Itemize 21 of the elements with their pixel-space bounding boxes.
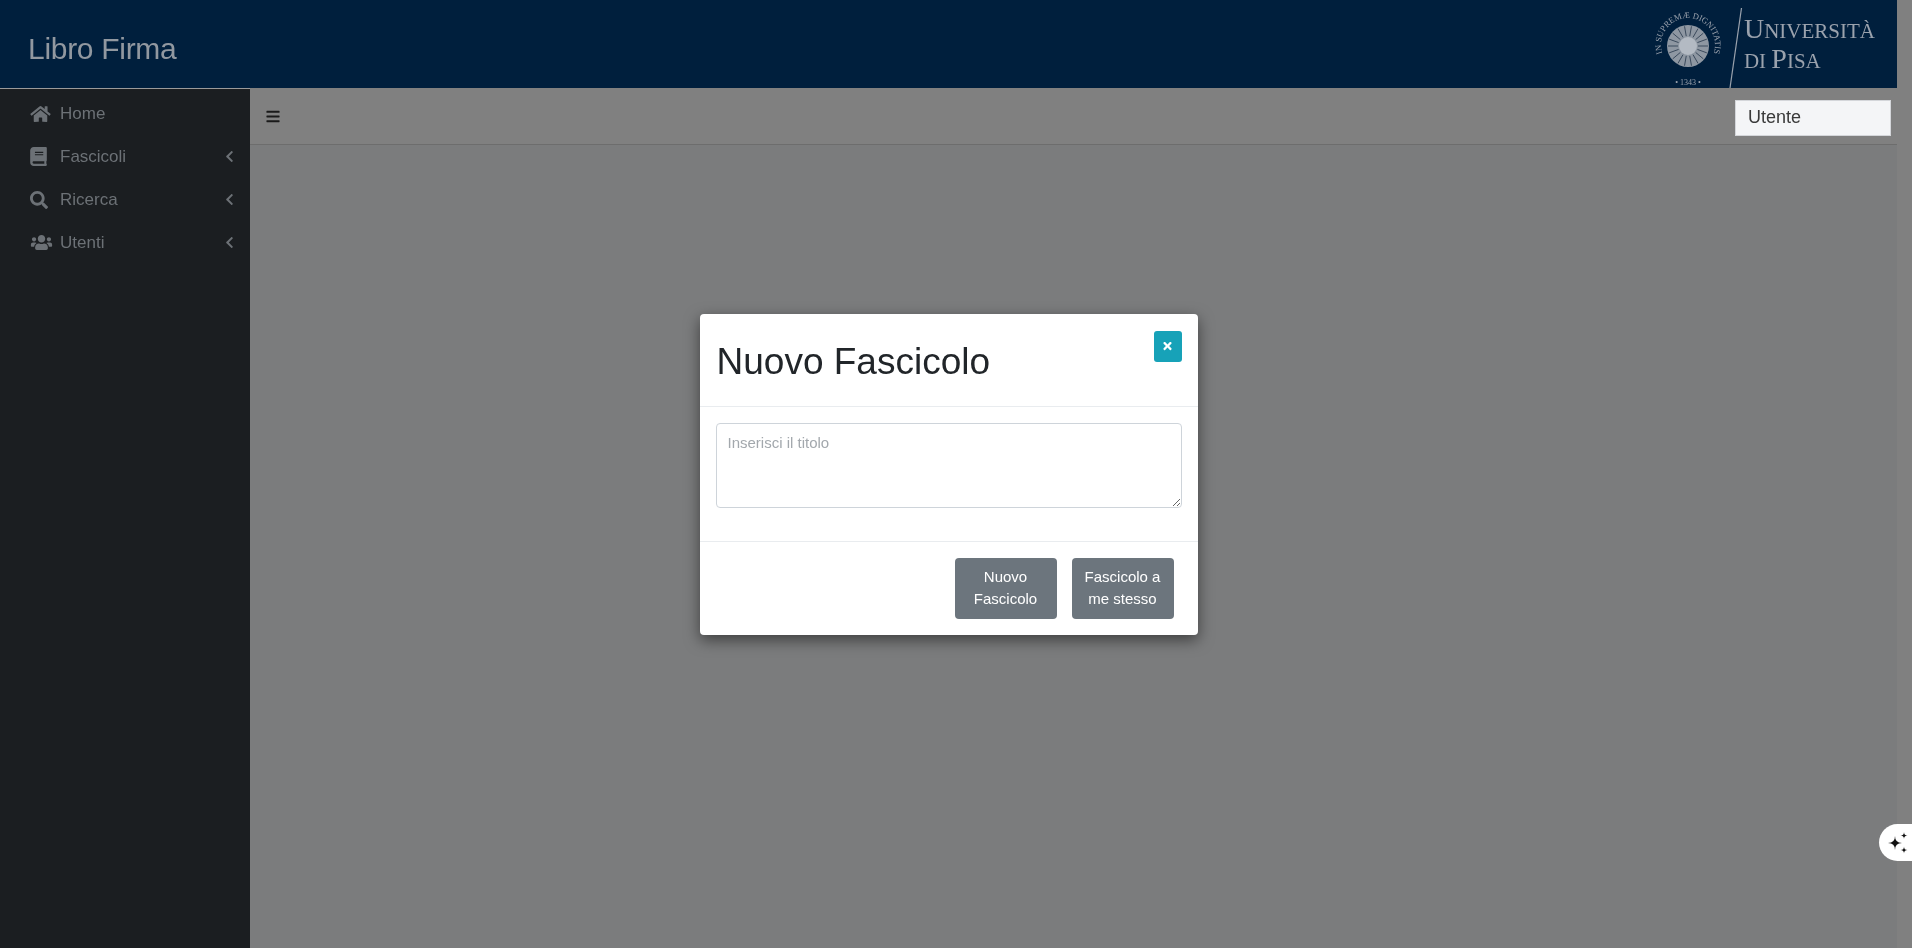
sidebar-link[interactable]: Home — [0, 92, 250, 135]
title-input[interactable]: Inserisci il titolo — [715, 422, 1182, 508]
search-icon — [30, 190, 48, 209]
menu-button[interactable] — [266, 108, 280, 124]
self-dossier-button[interactable]: Fascicolo a me stesso — [1071, 557, 1174, 619]
user-menu-button[interactable]: Utente — [1735, 99, 1891, 136]
dialog-title: Nuovo Fascicolo — [716, 339, 990, 384]
close-icon — [1162, 340, 1173, 352]
sparkle-icon — [1888, 831, 1908, 854]
app-title: Libro Firma — [28, 31, 177, 67]
logo-university-name: UNIVERSITÀ — [1743, 15, 1875, 45]
sidebar-link[interactable]: Ricerca — [0, 178, 250, 221]
close-button[interactable] — [1153, 330, 1182, 362]
users-icon — [30, 234, 53, 251]
new-dossier-button[interactable]: Nuovo Fascicolo — [954, 557, 1057, 619]
menu-icon — [266, 108, 280, 124]
sidebar-link[interactable]: Utenti — [0, 221, 250, 264]
book-icon — [30, 147, 47, 166]
logo-city-name: DI PISA — [1743, 45, 1822, 75]
home-icon — [30, 104, 51, 123]
sidebar-link[interactable]: Fascicoli — [0, 135, 250, 178]
